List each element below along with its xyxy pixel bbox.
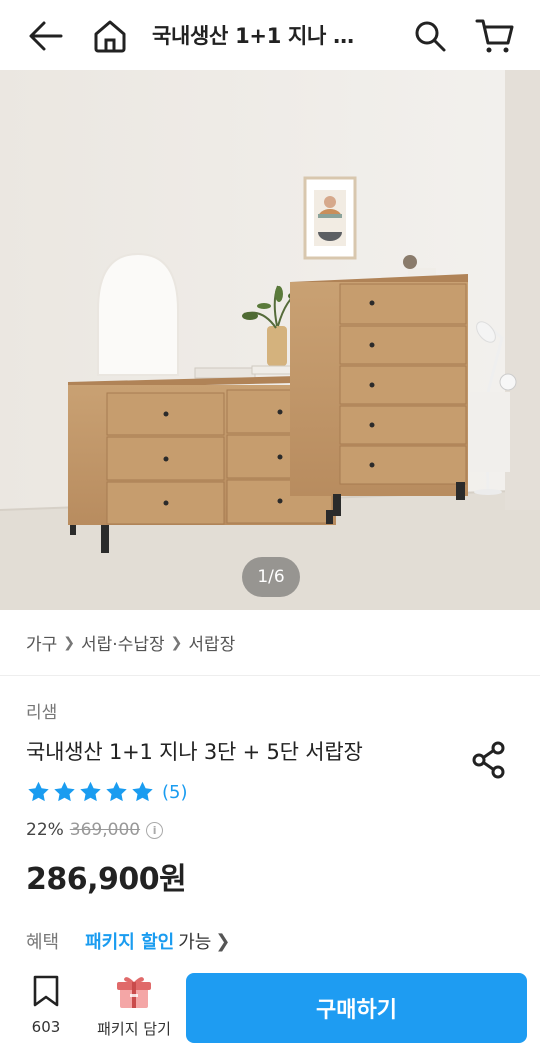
review-count[interactable]: (5) (162, 782, 188, 803)
bottom-bar: 603 패키지 담기 구매하기 (0, 960, 540, 1053)
search-button[interactable] (408, 14, 452, 58)
package-label: 패키지 담기 (97, 1020, 171, 1038)
breadcrumb-item-furniture[interactable]: 가구 (26, 630, 57, 655)
page-title: 국내생산 1+1 지나 … (152, 24, 354, 48)
buy-button[interactable]: 구매하기 (186, 973, 527, 1043)
benefit-row: 혜택 패키지 할인 가능 ❯ (26, 928, 230, 954)
gift-box-icon (117, 977, 151, 1008)
bookmark-icon (33, 975, 59, 1007)
original-price: 369,000 (69, 820, 141, 840)
info-icon[interactable]: i (146, 821, 164, 839)
discount-rate: 22% (26, 820, 64, 840)
cart-button[interactable] (472, 14, 516, 58)
home-icon (94, 20, 126, 53)
benefit-label: 혜택 (26, 932, 60, 953)
share-button[interactable] (468, 738, 510, 782)
rating-stars[interactable]: (5) (26, 780, 188, 804)
bookmark-count: 603 (31, 1018, 61, 1036)
back-button[interactable] (24, 14, 68, 58)
divider (0, 675, 540, 676)
sale-price: 286,900원 (26, 862, 187, 897)
share-icon (472, 741, 505, 779)
add-package-button[interactable]: 패키지 담기 (90, 974, 178, 1044)
bookmark-button[interactable]: 603 (18, 974, 74, 1044)
product-name: 국내생산 1+1 지나 3단 + 5단 서랍장 (26, 740, 363, 764)
star-group (26, 780, 156, 804)
product-photo (0, 70, 540, 610)
star-icon (54, 781, 75, 802)
benefit-suffix[interactable]: 가능 (178, 928, 211, 954)
chevron-right-icon: ❯ (63, 634, 76, 651)
price-discount-row: 22% 369,000 i (26, 820, 164, 840)
breadcrumb: 가구 ❯ 서랍·수납장 ❯ 서랍장 (26, 630, 235, 656)
star-icon (106, 781, 127, 802)
package-discount-link[interactable]: 패키지 할인 (85, 928, 174, 954)
chevron-right-icon: ❯ (170, 634, 183, 651)
arrow-left-icon (29, 21, 63, 51)
brand-name[interactable]: 리샘 (26, 698, 57, 723)
cart-icon (475, 19, 514, 53)
star-icon (80, 781, 101, 802)
star-icon (132, 781, 153, 802)
image-pager: 1/6 (242, 557, 300, 597)
star-icon (28, 781, 49, 802)
product-image[interactable] (0, 70, 540, 610)
chevron-right-icon[interactable]: ❯ (215, 931, 230, 952)
search-icon (415, 21, 446, 52)
top-bar: 국내생산 1+1 지나 … (0, 0, 540, 70)
home-button[interactable] (88, 14, 132, 58)
breadcrumb-item-drawer[interactable]: 서랍장 (188, 630, 235, 655)
breadcrumb-item-storage[interactable]: 서랍·수납장 (81, 630, 165, 655)
